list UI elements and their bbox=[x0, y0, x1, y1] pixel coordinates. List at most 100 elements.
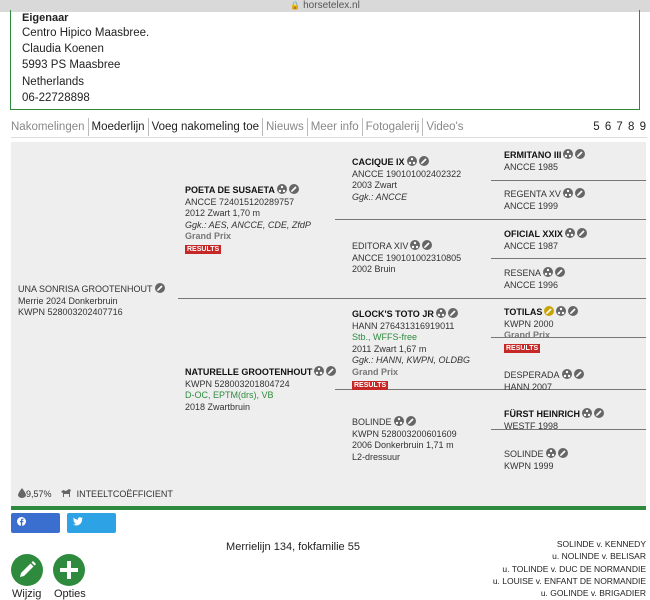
inbreeding-value: 9,57% bbox=[26, 489, 52, 499]
sd-name[interactable]: EDITORA XIV bbox=[352, 241, 408, 251]
dam-name[interactable]: NATURELLE GROOTENHOUT bbox=[185, 367, 312, 377]
pedigree-icon[interactable] bbox=[564, 228, 575, 238]
damline-list: SOLINDE v. KENNEDY u. NOLINDE v. BELISAR… bbox=[493, 538, 646, 599]
divider bbox=[491, 180, 646, 181]
pedigree-dsd: DESPERADA HANN 2007 bbox=[504, 369, 584, 393]
sds-info: ANCCE 1987 bbox=[504, 240, 559, 251]
sdd-name[interactable]: RESENA bbox=[504, 268, 541, 278]
owner-line: Claudia Koenen bbox=[22, 43, 104, 56]
edit-icon[interactable] bbox=[447, 308, 458, 318]
tab-nakomelingen[interactable]: Nakomelingen bbox=[11, 118, 89, 136]
ss-name[interactable]: CACIQUE IX bbox=[352, 157, 405, 167]
divider bbox=[491, 258, 646, 259]
edit-icon[interactable] bbox=[574, 188, 585, 198]
ds-info: 2011 Zwart 1,67 m bbox=[352, 343, 427, 354]
ddd-name[interactable]: SOLINDE bbox=[504, 449, 544, 459]
pedigree-icon[interactable] bbox=[393, 416, 404, 426]
edit-icon[interactable] bbox=[422, 240, 433, 250]
dd-name[interactable]: BOLINDE bbox=[352, 417, 392, 427]
ssd-name[interactable]: REGENTA XV bbox=[504, 189, 561, 199]
sire-info: 2012 Zwart 1,70 m bbox=[185, 208, 261, 219]
edit-icon[interactable] bbox=[573, 369, 584, 379]
pedigree-icon[interactable] bbox=[543, 267, 554, 277]
subject-name[interactable]: UNA SONRISA GROOTENHOUT bbox=[18, 284, 153, 294]
dsd-info: HANN 2007 bbox=[504, 381, 553, 392]
dss-level: Grand Prix bbox=[504, 330, 551, 341]
twitter-share-button[interactable]: Delen bbox=[67, 513, 116, 548]
pedigree-icon[interactable] bbox=[582, 408, 592, 418]
sire-name[interactable]: POETA DE SUSAETA bbox=[185, 185, 275, 195]
pedigree-icon[interactable] bbox=[545, 448, 556, 458]
pedigree-dam: NATURELLE GROOTENHOUT KWPN 5280032018047… bbox=[185, 366, 337, 413]
sd-reg: ANCCE 190101002310805 bbox=[352, 252, 462, 263]
tab-voeg-nakomeling-toe[interactable]: Voeg nakomeling toe bbox=[149, 118, 263, 136]
tab-meer-info[interactable]: Meer info bbox=[308, 118, 363, 136]
pedigree-icon[interactable] bbox=[562, 188, 573, 198]
damline-item[interactable]: u. NOLINDE v. BELISAR bbox=[493, 550, 646, 562]
lock-icon: 🔒 bbox=[290, 1, 301, 10]
dsd-name[interactable]: DESPERADA bbox=[504, 370, 560, 380]
ds-level: Grand Prix bbox=[352, 366, 399, 377]
edit-icon[interactable] bbox=[405, 416, 416, 426]
pedigree-icon[interactable] bbox=[561, 369, 572, 379]
damline-item[interactable]: SOLINDE v. KENNEDY bbox=[493, 538, 646, 550]
dds-info: WESTF 1998 bbox=[504, 420, 559, 431]
edit-icon[interactable] bbox=[326, 366, 337, 376]
pedigree-icon[interactable] bbox=[435, 308, 446, 318]
tab-videos[interactable]: Video's bbox=[423, 118, 466, 136]
tab-moederlijn[interactable]: Moederlijn bbox=[89, 118, 149, 136]
owner-box: Eigenaar Centro Hipico Maasbree. Claudia… bbox=[10, 10, 640, 110]
ds-name[interactable]: GLOCK'S TOTO JR bbox=[352, 309, 434, 319]
damline-item[interactable]: u. LOUISE v. ENFANT DE NORMANDIE bbox=[493, 575, 646, 587]
pedigree-icon[interactable] bbox=[314, 366, 325, 376]
owner-line: 06-22728898 bbox=[22, 91, 90, 104]
ss-info: 2003 Zwart bbox=[352, 180, 398, 191]
facebook-share-button[interactable]: Delen bbox=[11, 513, 60, 548]
facebook-icon bbox=[17, 517, 26, 528]
twitter-icon bbox=[73, 517, 83, 528]
pedigree-subject: UNA SONRISA GROOTENHOUT Merrie 2024 Donk… bbox=[18, 283, 165, 319]
dds-name[interactable]: FÜRST HEINRICH bbox=[504, 409, 580, 419]
edit-icon[interactable] bbox=[555, 267, 566, 277]
edit-icon[interactable] bbox=[154, 283, 165, 293]
edit-icon[interactable] bbox=[594, 408, 604, 418]
pagination[interactable]: 5 6 7 8 9 bbox=[593, 118, 647, 136]
tab-bar: Nakomelingen Moederlijn Voeg nakomeling to… bbox=[11, 118, 647, 138]
subject-info: Merrie 2024 Donkerbruin bbox=[18, 295, 118, 306]
edit-icon[interactable] bbox=[575, 149, 586, 159]
results-badge[interactable]: RESULTS bbox=[185, 244, 222, 254]
edit-button-label: Wijzig bbox=[12, 588, 42, 600]
edit-icon[interactable] bbox=[557, 448, 568, 458]
pedigree-sire-sire: CACIQUE IX ANCCE 190101002402322 2003 Zw… bbox=[352, 156, 461, 203]
edit-icon[interactable] bbox=[418, 156, 429, 166]
owner-line: 5993 PS Maasbree bbox=[22, 59, 121, 72]
pedigree-sire: POETA DE SUSAETA ANCCE 724015120289757 2… bbox=[185, 184, 311, 255]
edit-icon[interactable] bbox=[288, 184, 299, 194]
results-badge[interactable]: RESULTS bbox=[352, 380, 389, 390]
ds-ggk: Ggk.: HANN, KWPN, OLDBG bbox=[352, 355, 471, 366]
pencil-icon bbox=[20, 561, 36, 577]
tab-fotogalerij[interactable]: Fotogalerij bbox=[363, 118, 424, 136]
edit-icon[interactable] bbox=[576, 228, 587, 238]
sds-name[interactable]: OFICIAL XXIX bbox=[504, 229, 563, 239]
options-button[interactable] bbox=[53, 554, 85, 586]
pedigree-dss: TOTILAS KWPN 2000 Grand Prix RESULTS bbox=[504, 306, 579, 353]
edit-button[interactable] bbox=[11, 554, 43, 586]
pedigree-icon[interactable] bbox=[556, 306, 567, 316]
plus-icon bbox=[60, 561, 78, 579]
dss-name[interactable]: TOTILAS bbox=[504, 307, 542, 317]
pedigree-icon[interactable] bbox=[410, 240, 421, 250]
results-badge[interactable]: RESULTS bbox=[504, 343, 541, 353]
pedigree-icon[interactable] bbox=[406, 156, 417, 166]
tab-nieuws[interactable]: Nieuws bbox=[263, 118, 308, 136]
sss-name[interactable]: ERMITANO III bbox=[504, 150, 561, 160]
edit-icon[interactable] bbox=[544, 306, 555, 316]
edit-icon[interactable] bbox=[568, 306, 579, 316]
pedigree-icon[interactable] bbox=[563, 149, 574, 159]
inbreeding-coefficient[interactable]: 9,57% INTEELTCOËFFICIENT bbox=[18, 488, 173, 499]
pedigree-icon[interactable] bbox=[276, 184, 287, 194]
ss-reg: ANCCE 190101002402322 bbox=[352, 168, 462, 179]
damline-item[interactable]: u. TOLINDE v. DUC DE NORMANDIE bbox=[493, 563, 646, 575]
damline-item[interactable]: u. GOLINDE v. BRIGADIER bbox=[493, 587, 646, 599]
owner-label: Eigenaar bbox=[22, 12, 69, 24]
